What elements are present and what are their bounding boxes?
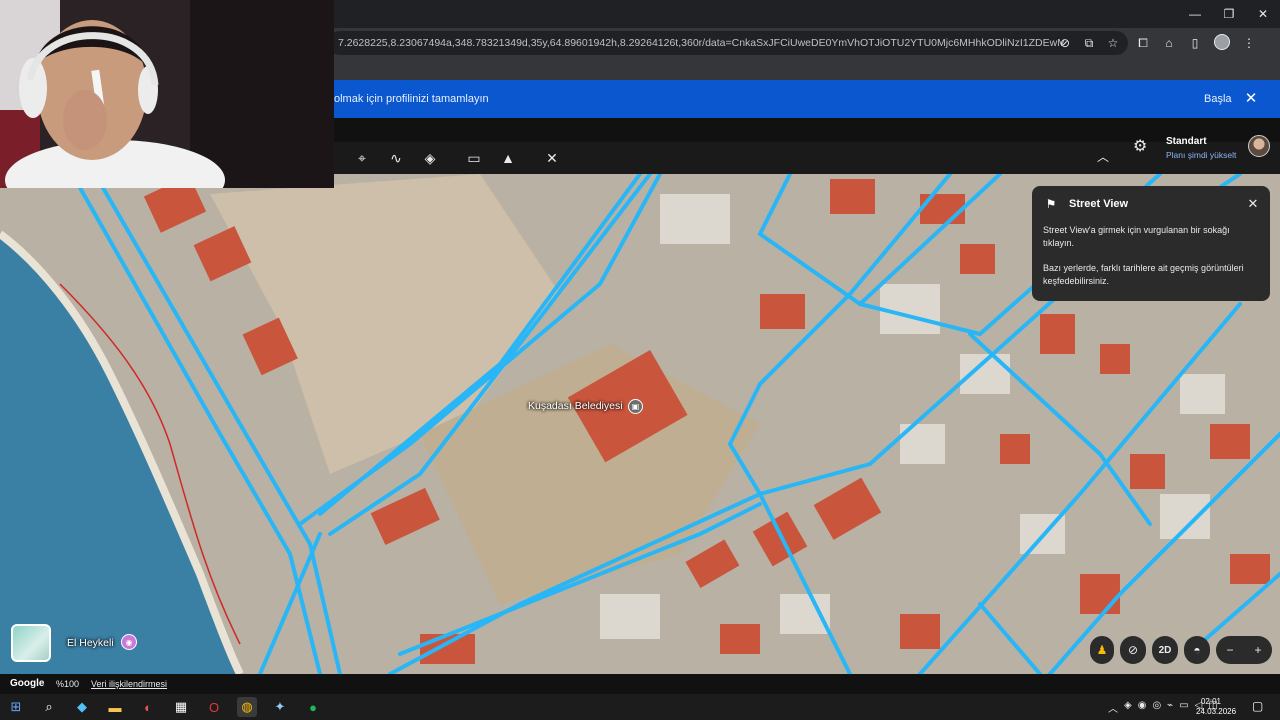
eye-off-icon[interactable]: ⊘: [1058, 34, 1072, 52]
clock-time: 02:01: [1200, 697, 1222, 706]
street-view-close-icon[interactable]: ✕: [1246, 196, 1260, 212]
tool-group: ⌖ ∿ ◈ ▭ ▲ ✕: [352, 148, 562, 168]
search-icon[interactable]: ⌕: [39, 697, 59, 717]
infobar-close-icon[interactable]: ✕: [1243, 89, 1259, 107]
ruler-icon[interactable]: ▭: [464, 148, 484, 168]
street-view-header: ⚑ Street View: [1043, 196, 1259, 212]
gauge-app-icon[interactable]: ◐: [138, 697, 158, 717]
zoom-in-button[interactable]: +: [1254, 643, 1261, 657]
tray-nvidia-icon[interactable]: ◉: [1138, 700, 1147, 715]
street-view-card: ⚑ Street View ✕ Street View'a girmek içi…: [1032, 186, 1270, 301]
tools-icon[interactable]: ✕: [542, 148, 562, 168]
close-window-button[interactable]: ✕: [1246, 0, 1280, 28]
settings-gear-icon[interactable]: ⚙: [1133, 136, 1151, 156]
file-explorer-icon[interactable]: ▬: [105, 697, 125, 717]
plan-name: Standart: [1166, 136, 1207, 147]
government-poi-icon[interactable]: ▣: [628, 399, 643, 414]
data-attribution-link[interactable]: Veri ilişkilendirmesi: [91, 679, 167, 689]
trash-icon[interactable]: ▯: [1188, 34, 1202, 52]
infobar-message: olmak için profilinizi tamamlayın: [334, 93, 489, 105]
chrome-icon[interactable]: ◍: [237, 697, 257, 717]
address-bar[interactable]: 7.2628225,8.23067494a,348.78321349d,35y,…: [328, 31, 1128, 55]
tray-chevron-icon[interactable]: ︿: [1108, 700, 1118, 715]
infobar-start-button[interactable]: Başla: [1204, 93, 1232, 105]
toolbar-actions: ⧠ ⌂ ▯ ⋮: [1136, 34, 1256, 52]
zoom-level: %100: [56, 679, 80, 689]
extensions-icon[interactable]: ⧠: [1136, 34, 1150, 52]
webcam-feed: [0, 0, 334, 188]
taskbar-apps: ⊞ ⌕ ◆ ▬ ◐ ▦ O ◍ ✦ ●: [6, 697, 323, 717]
usb-icon[interactable]: ⌁: [1167, 700, 1173, 715]
capture-icon[interactable]: ▲: [498, 148, 518, 168]
url-text[interactable]: 7.2628225,8.23067494a,348.78321349d,35y,…: [338, 37, 1064, 49]
tilt-toggle-icon[interactable]: ⊘: [1120, 636, 1146, 664]
tray-shield-icon[interactable]: ◎: [1152, 700, 1161, 715]
map-label-belediye[interactable]: Kuşadası Belediyesi: [528, 400, 623, 412]
notifications-icon[interactable]: ▢: [1252, 699, 1263, 713]
plan-info[interactable]: Standart Planı şimdi yükselt: [1166, 136, 1236, 160]
network-icon[interactable]: ▭: [1179, 700, 1188, 715]
map-layer-thumbnail[interactable]: [11, 624, 51, 662]
user-avatar[interactable]: [1248, 135, 1270, 157]
spotify-icon[interactable]: ●: [303, 697, 323, 717]
maximize-button[interactable]: ❐: [1212, 0, 1246, 28]
pegman-icon[interactable]: ♟: [1090, 636, 1114, 664]
minimize-button[interactable]: —: [1178, 0, 1212, 28]
screen: — ❐ ✕ 7.2628225,8.23067494a,348.78321349…: [0, 0, 1280, 720]
webcam-overlay: [0, 0, 334, 188]
window-controls: — ❐ ✕: [1178, 0, 1280, 28]
street-view-instruction: Street View'a girmek için vurgulanan bir…: [1043, 225, 1230, 248]
zoom-controls: − +: [1216, 636, 1272, 664]
landmark-poi-icon[interactable]: ◉: [121, 634, 137, 650]
app-gem-icon[interactable]: ✦: [270, 697, 290, 717]
map-statusbar: Google %100 Veri ilişkilendirmesi: [0, 674, 1280, 694]
tray-app-icon[interactable]: ◈: [1124, 700, 1132, 715]
placemark-icon[interactable]: ⌖: [352, 148, 372, 168]
compass-icon[interactable]: ◓: [1184, 636, 1210, 664]
google-logo: Google: [10, 678, 45, 689]
layers-icon[interactable]: ◈: [420, 148, 440, 168]
zoom-out-button[interactable]: −: [1226, 643, 1233, 657]
media-icon[interactable]: ⌂: [1162, 34, 1176, 52]
start-windows-icon[interactable]: ⊞: [6, 697, 26, 717]
opera-icon[interactable]: O: [204, 697, 224, 717]
collapse-chevron-icon[interactable]: ︿: [1094, 148, 1112, 166]
mode-2d-button[interactable]: 2D: [1152, 636, 1178, 664]
plan-upgrade-link[interactable]: Planı şimdi yükselt: [1166, 150, 1236, 160]
street-view-icon: ⚑: [1045, 197, 1057, 211]
satellite-map[interactable]: Kuşadası Belediyesi ▣ El Heykeli ◉ ⚑ Str…: [0, 174, 1280, 674]
browser-profile-avatar[interactable]: [1214, 34, 1230, 50]
path-icon[interactable]: ∿: [386, 148, 406, 168]
street-view-title: Street View: [1069, 198, 1129, 210]
windows-taskbar: ⊞ ⌕ ◆ ▬ ◐ ▦ O ◍ ✦ ● ︿ ◈ ◉ ◎ ⌁ ▭ ◁ ◫ 02:0…: [0, 694, 1280, 720]
omnibox-icons: ⊘ ⧉ ☆: [1058, 34, 1120, 52]
map-label-heykel[interactable]: El Heykeli: [67, 637, 114, 649]
bookmark-star-icon[interactable]: ☆: [1106, 34, 1120, 52]
calculator-icon[interactable]: ▦: [171, 697, 191, 717]
more-menu-icon[interactable]: ⋮: [1242, 34, 1256, 52]
taskbar-clock[interactable]: 02:01 24.03.2026: [1196, 697, 1237, 717]
clock-date: 24.03.2026: [1196, 707, 1237, 716]
install-app-icon[interactable]: ⧉: [1082, 34, 1096, 52]
street-view-history-note: Bazı yerlerde, farklı tarihlere ait geçm…: [1043, 263, 1244, 286]
app-blue-icon[interactable]: ◆: [72, 697, 92, 717]
